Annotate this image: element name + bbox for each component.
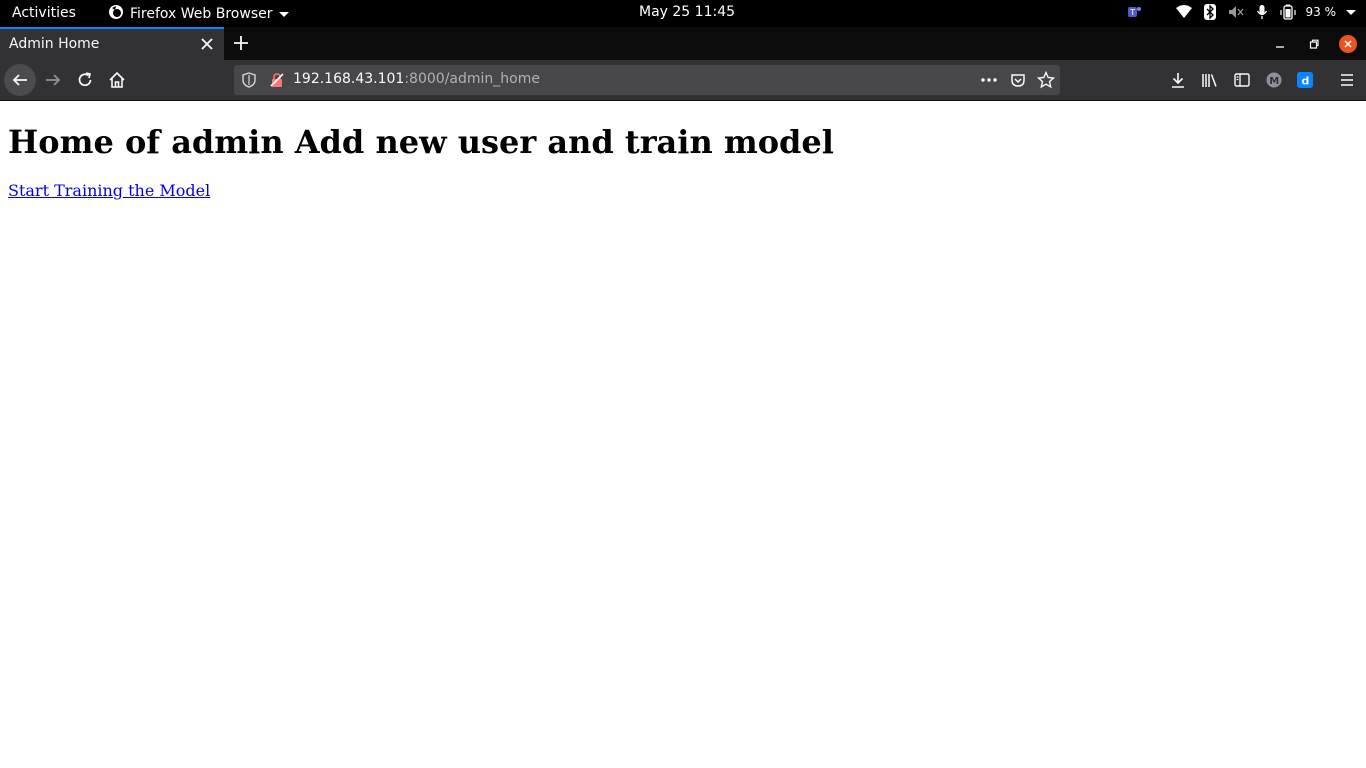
volume-muted-icon[interactable] [1228,3,1244,21]
address-bar[interactable]: 192.168.43.101:8000/admin_home [234,65,1060,95]
close-tab-icon[interactable] [200,37,214,51]
system-top-bar: Activities Firefox Web Browser May 25 11… [0,0,1366,27]
page-content: Home of admin Add new user and train mod… [0,101,1366,768]
bookmark-star-icon[interactable] [1037,71,1055,89]
new-tab-icon[interactable] [232,34,250,52]
svg-text:T: T [1129,8,1135,17]
insecure-lock-icon[interactable] [268,71,286,89]
teams-icon[interactable]: T [1126,3,1142,21]
account-m-icon[interactable]: M [1265,71,1283,89]
home-button[interactable] [101,64,133,96]
wifi-icon[interactable] [1175,3,1192,21]
forward-button[interactable] [37,64,69,96]
restore-icon[interactable] [1305,35,1323,53]
pocket-icon[interactable] [1009,71,1027,89]
chevron-down-icon[interactable] [1346,9,1356,15]
bluetooth-icon[interactable] [1202,3,1218,21]
battery-percentage: 93 % [1305,5,1337,19]
activities-button[interactable]: Activities [12,5,76,21]
tab-strip: Admin Home [0,27,1366,60]
more-actions-icon[interactable] [980,71,998,89]
start-training-link[interactable]: Start Training the Model [8,181,210,200]
hamburger-menu-icon[interactable] [1338,71,1356,89]
firefox-icon [108,4,124,24]
battery-icon[interactable] [1279,3,1296,21]
app-menu[interactable]: Firefox Web Browser [108,4,289,24]
downloads-icon[interactable] [1169,71,1187,89]
page-heading: Home of admin Add new user and train mod… [8,123,834,161]
url-host: 192.168.43.101 [293,71,405,87]
minimize-icon[interactable] [1271,35,1289,53]
home-icon [109,71,125,88]
microphone-icon[interactable] [1254,3,1270,21]
tab-title: Admin Home [9,36,100,52]
svg-text:M: M [1269,76,1279,87]
chevron-down-icon [278,11,289,17]
svg-text:d: d [1302,75,1310,88]
sidebar-icon[interactable] [1233,71,1251,89]
url-text[interactable]: 192.168.43.101:8000/admin_home [293,71,540,87]
arrow-right-icon [46,74,61,86]
system-tray[interactable]: T 93 % [1126,3,1356,21]
clock[interactable]: May 25 11:45 [639,4,735,20]
app-menu-label: Firefox Web Browser [130,6,273,22]
close-window-icon[interactable] [1339,35,1357,53]
reload-button[interactable] [69,64,101,96]
shield-icon[interactable] [240,71,258,89]
back-button[interactable] [4,64,36,96]
arrow-left-icon [12,74,27,86]
reload-icon [78,72,92,87]
extension-icon[interactable]: d [1296,71,1314,89]
library-icon[interactable] [1201,71,1219,89]
tab-admin-home[interactable]: Admin Home [0,27,224,60]
navigation-toolbar: 192.168.43.101:8000/admin_home M d [0,60,1366,101]
url-path: :8000/admin_home [404,71,540,87]
